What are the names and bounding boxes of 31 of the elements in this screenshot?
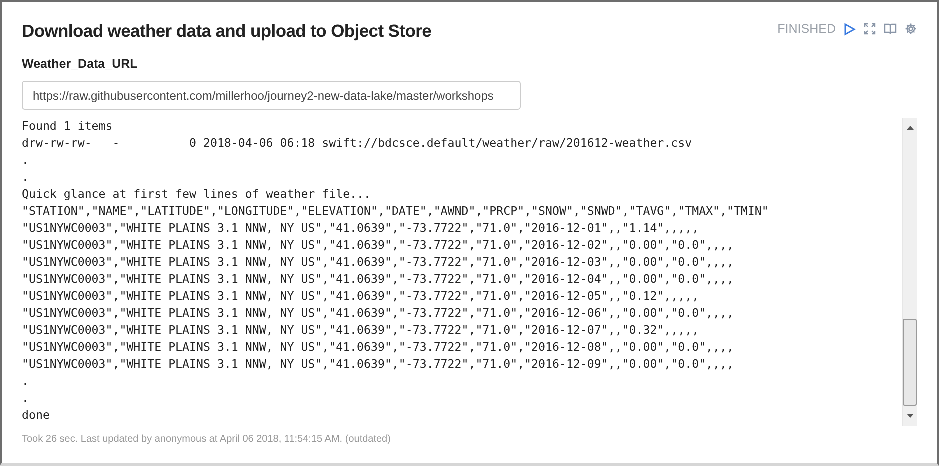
output-line: Found 1 items — [22, 118, 114, 135]
settings-icon[interactable] — [905, 23, 917, 36]
field-label: Weather_Data_URL — [22, 56, 139, 74]
output-line: "US1NYWC0003","WHITE PLAINS 3.1 NNW, NY US","41.0639","-73.7722","71.0","2016-12-03",,"0.00","0.0",,,, — [22, 254, 735, 271]
book-icon[interactable] — [884, 23, 897, 36]
output-line: "US1NYWC0003","WHITE PLAINS 3.1 NNW, NY US","41.0639","-73.7722","71.0","2016-12-07",,"0.32",,,,, — [22, 322, 700, 339]
output-line: "US1NYWC0003","WHITE PLAINS 3.1 NNW, NY US","41.0639","-73.7722","71.0","2016-12-06",,"0.00","0.0",,,, — [22, 305, 735, 322]
scroll-up-icon[interactable] — [906, 126, 914, 130]
output-line: drw-rw-rw- - 0 2018-04-06 06:18 swift://bdcsce.default/weather/raw/201612-weather.csv — [22, 135, 694, 152]
output-line: "STATION","NAME","LATITUDE","LONGITUDE","ELEVATION","DATE","AWND","PRCP","SNOW","SNWD","TAVG","TMAX","TMIN" — [22, 203, 770, 220]
output-line: . — [22, 390, 30, 407]
output-line: . — [22, 373, 30, 390]
output-line: done — [22, 407, 51, 424]
output-line: "US1NYWC0003","WHITE PLAINS 3.1 NNW, NY US","41.0639","-73.7722","71.0","2016-12-02",,"0.00","0.0",,,, — [22, 237, 735, 254]
output-line: . — [22, 152, 30, 169]
output-line: "US1NYWC0003","WHITE PLAINS 3.1 NNW, NY US","41.0639","-73.7722","71.0","2016-12-05",,"0.12",,,,, — [22, 288, 700, 305]
play-icon[interactable] — [844, 22, 856, 36]
output-line: "US1NYWC0003","WHITE PLAINS 3.1 NNW, NY US","41.0639","-73.7722","71.0","2016-12-09",,"0.00","0.0",,,, — [22, 356, 735, 373]
output-line: "US1NYWC0003","WHITE PLAINS 3.1 NNW, NY US","41.0639","-73.7722","71.0","2016-12-04",,"0.00","0.0",,,, — [22, 271, 735, 288]
scroll-down-icon[interactable] — [906, 414, 914, 418]
output-line: . — [22, 169, 30, 186]
expand-icon[interactable] — [864, 23, 876, 36]
scrollbar[interactable] — [902, 118, 917, 426]
url-field[interactable]: https://raw.githubusercontent.com/millerhoo/journey2-new-data-lake/master/workshops — [22, 81, 521, 110]
output-line: "US1NYWC0003","WHITE PLAINS 3.1 NNW, NY US","41.0639","-73.7722","71.0","2016-12-08",,"0.00","0.0",,,, — [22, 339, 735, 356]
status-label: FINISHED — [778, 21, 836, 38]
output-line: Quick glance at first few lines of weather file... — [22, 186, 372, 203]
output-line: "US1NYWC0003","WHITE PLAINS 3.1 NNW, NY US","41.0639","-73.7722","71.0","2016-12-01",,"1.14",,,,, — [22, 220, 700, 237]
scroll-thumb[interactable] — [903, 319, 917, 406]
status-footer: Took 26 sec. Last updated by anonymous at April 06 2018, 11:54:15 AM. (outdated) — [22, 432, 917, 447]
paragraph-title: Download weather data and upload to Object Store — [22, 20, 432, 43]
